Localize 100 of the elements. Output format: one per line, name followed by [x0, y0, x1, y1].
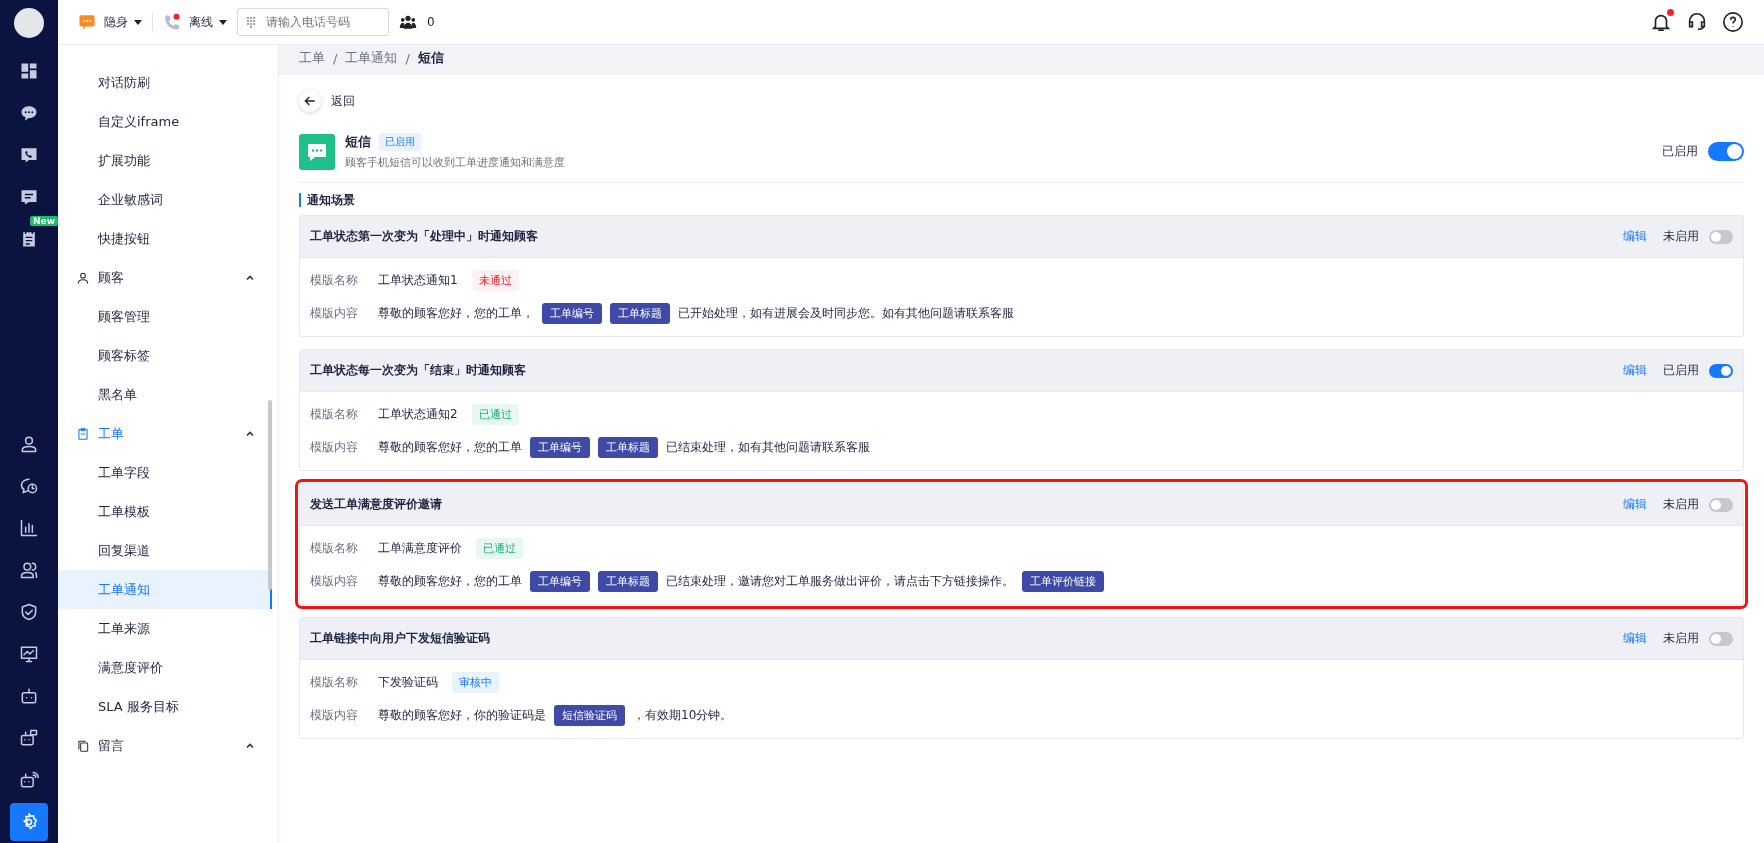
- chat-clock-icon[interactable]: [19, 476, 39, 496]
- back-arrow-button[interactable]: [299, 90, 321, 112]
- toggle-switch[interactable]: [1709, 229, 1733, 244]
- section-title: 通知场景: [299, 193, 1744, 207]
- message-icon[interactable]: [19, 187, 39, 207]
- dashboard-icon[interactable]: [19, 61, 39, 81]
- scene-title: 工单链接中向用户下发短信验证码: [310, 630, 491, 647]
- online-count: 0: [427, 15, 435, 29]
- phone-number-field[interactable]: 请输入电话号码: [237, 8, 389, 36]
- users-icon[interactable]: [19, 560, 39, 580]
- menu-item[interactable]: 工单通知: [58, 570, 272, 609]
- phone-message-icon[interactable]: [19, 145, 39, 165]
- variable-tag: 工单编号: [530, 437, 590, 458]
- template-text: 已开始处理，如有进展会及时同步您。如有其他问题请联系客服: [678, 305, 1014, 322]
- monitor-chart-icon[interactable]: [19, 644, 39, 664]
- template-name: 工单状态通知2: [378, 406, 458, 423]
- switch-label: 已启用: [1663, 362, 1699, 379]
- breadcrumb-link[interactable]: 工单: [299, 49, 325, 67]
- status-tag: 未通过: [471, 270, 519, 291]
- phone-icon: [163, 13, 181, 31]
- edit-link[interactable]: 编辑: [1623, 496, 1647, 513]
- field-label: 模版内容: [310, 439, 359, 456]
- variable-tag: 工单标题: [598, 571, 658, 592]
- breadcrumb-link[interactable]: 工单通知: [345, 49, 398, 67]
- help-icon[interactable]: [1722, 11, 1744, 33]
- template-text: 尊敬的顾客您好，您的工单: [378, 439, 522, 456]
- chat-bubble-icon: [78, 13, 96, 31]
- menu-item[interactable]: 回复渠道: [58, 531, 278, 570]
- robot-mail-icon[interactable]: [19, 728, 39, 748]
- shield-check-icon[interactable]: [19, 602, 39, 622]
- switch-label: 已启用: [1662, 143, 1698, 160]
- channel-name: 短信: [345, 133, 371, 151]
- documents-icon: [76, 738, 90, 753]
- template-name: 工单满意度评价: [378, 540, 462, 557]
- toggle-switch[interactable]: [1709, 497, 1733, 512]
- avatar-circle[interactable]: [14, 8, 44, 38]
- channel-description: 顾客手机短信可以收到工单进度通知和满意度: [345, 155, 566, 170]
- menu-item[interactable]: 扩展功能: [58, 141, 278, 180]
- template-name: 下发验证码: [378, 674, 438, 691]
- field-label: 模版名称: [310, 272, 359, 289]
- field-label: 模版名称: [310, 406, 359, 423]
- menu-item[interactable]: 工单模板: [58, 492, 278, 531]
- edit-link[interactable]: 编辑: [1623, 630, 1647, 647]
- template-text: ，有效期10分钟。: [633, 707, 733, 724]
- variable-tag: 工单标题: [598, 437, 658, 458]
- headset-icon[interactable]: [1686, 11, 1708, 33]
- enabled-tag: 已启用: [379, 133, 421, 151]
- user-icon[interactable]: [19, 434, 39, 454]
- menu-item[interactable]: 顾客标签: [58, 336, 278, 375]
- person-icon: [76, 270, 90, 285]
- chat-bubbles-icon[interactable]: [19, 103, 39, 123]
- presence-dropdown[interactable]: 隐身: [104, 13, 142, 31]
- robot-signal-icon[interactable]: [19, 770, 39, 790]
- edit-link[interactable]: 编辑: [1623, 228, 1647, 245]
- variable-tag: 工单标题: [610, 303, 670, 324]
- menu-item[interactable]: 自定义iframe: [58, 102, 278, 141]
- menu-item[interactable]: 企业敏感词: [58, 180, 278, 219]
- breadcrumb-separator: /: [333, 50, 338, 66]
- field-label: 模版名称: [310, 674, 359, 691]
- field-label: 模版内容: [310, 573, 359, 590]
- menu-item[interactable]: 顾客管理: [58, 297, 278, 336]
- menu-group[interactable]: 顾客: [98, 268, 236, 287]
- people-icon: [399, 13, 417, 31]
- switch-label: 未启用: [1663, 496, 1699, 513]
- status-tag: 已通过: [476, 538, 523, 559]
- robot-icon[interactable]: [19, 686, 39, 706]
- template-text: 尊敬的顾客您好，你的验证码是: [378, 707, 546, 724]
- switch-label: 未启用: [1663, 630, 1699, 647]
- template-text: 已结束处理，邀请您对工单服务做出评价，请点击下方链接操作。: [666, 573, 1014, 590]
- status-tag: 审核中: [452, 672, 499, 693]
- field-label: 模版内容: [310, 707, 359, 724]
- menu-group[interactable]: 工单: [98, 424, 236, 443]
- back-link[interactable]: 返回: [331, 92, 355, 110]
- field-label: 模版内容: [310, 305, 359, 322]
- scene-title: 工单状态第一次变为「处理中」时通知顾客: [310, 228, 539, 245]
- field-label: 模版名称: [310, 540, 359, 557]
- menu-item[interactable]: 快捷按钮: [58, 219, 278, 258]
- line-status-dropdown[interactable]: 离线: [189, 13, 227, 31]
- scene-title: 发送工单满意度评价邀请: [310, 496, 443, 513]
- menu-item[interactable]: SLA 服务目标: [58, 687, 278, 726]
- toggle-switch[interactable]: [1708, 142, 1744, 161]
- variable-tag: 工单编号: [542, 303, 602, 324]
- toggle-switch[interactable]: [1709, 363, 1733, 378]
- menu-item[interactable]: 对话防刷: [58, 63, 278, 102]
- template-text: 已结束处理，如有其他问题请联系客服: [666, 439, 870, 456]
- variable-tag: 工单评价链接: [1022, 571, 1104, 592]
- menu-group[interactable]: 留言: [98, 736, 236, 755]
- menu-item[interactable]: 工单字段: [58, 453, 278, 492]
- menu-item[interactable]: 满意度评价: [58, 648, 278, 687]
- unread-dot: [1667, 9, 1674, 16]
- switch-label: 未启用: [1663, 228, 1699, 245]
- scene-title: 工单状态每一次变为「结束」时通知顾客: [310, 362, 527, 379]
- bar-chart-icon[interactable]: [19, 518, 39, 538]
- template-text: 尊敬的顾客您好，您的工单: [378, 573, 522, 590]
- edit-link[interactable]: 编辑: [1623, 362, 1647, 379]
- variable-tag: 工单编号: [530, 571, 590, 592]
- clipboard-icon: [76, 426, 90, 441]
- menu-item[interactable]: 工单来源: [58, 609, 278, 648]
- menu-item[interactable]: 黑名单: [58, 375, 278, 414]
- toggle-switch[interactable]: [1709, 631, 1733, 646]
